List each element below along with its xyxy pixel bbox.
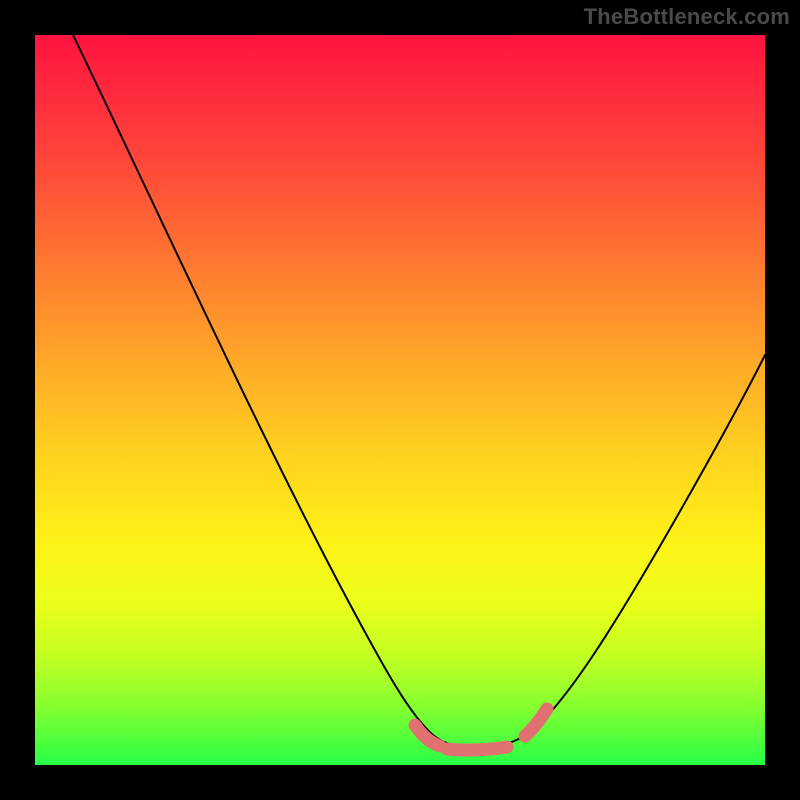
optimal-marker-left <box>415 725 440 746</box>
watermark-text: TheBottleneck.com <box>584 4 790 30</box>
plot-area <box>35 35 765 765</box>
curve-svg <box>35 35 765 765</box>
bottleneck-curve <box>73 35 765 747</box>
chart-frame: TheBottleneck.com <box>0 0 800 800</box>
optimal-marker-right <box>525 709 547 736</box>
optimal-marker-bottom <box>447 747 507 750</box>
